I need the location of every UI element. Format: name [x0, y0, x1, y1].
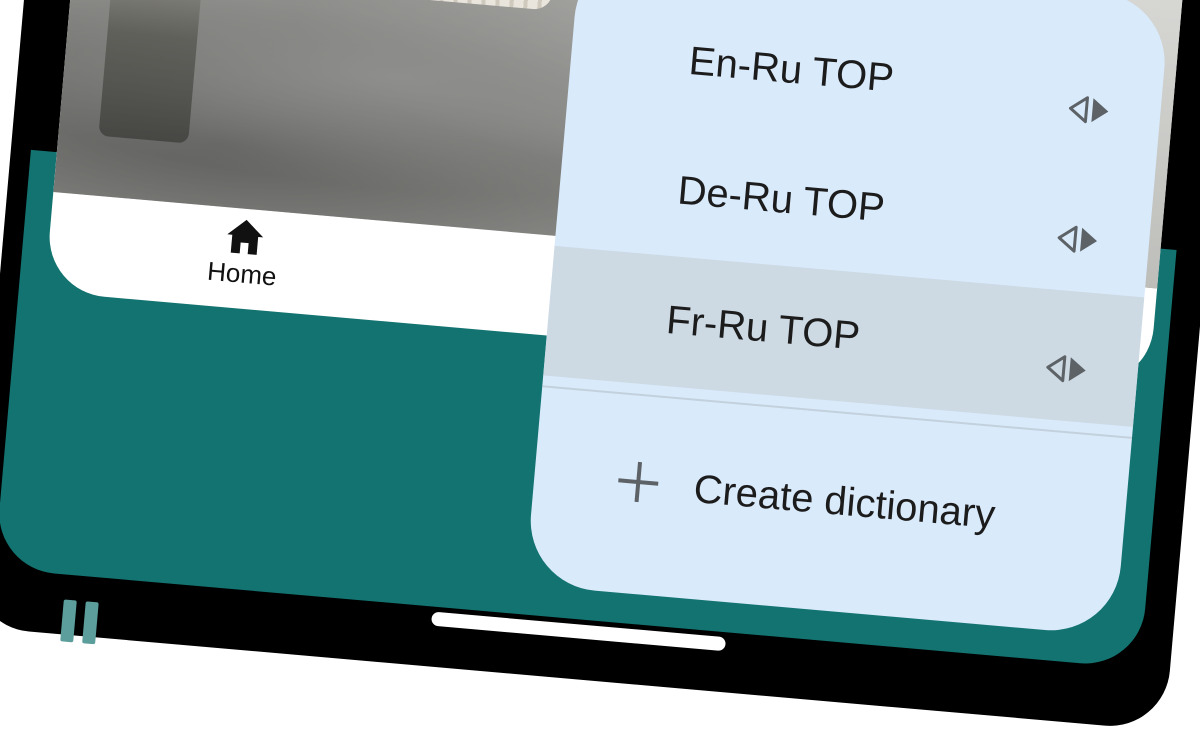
- plus-icon: [618, 461, 659, 503]
- phone-screen: Bien / bon / Home En-Ru TOP De-Ru TOP Fr…: [0, 0, 1200, 737]
- swap-direction-icon[interactable]: [1040, 351, 1093, 387]
- video-person-figure: [98, 0, 211, 144]
- pause-bar-left: [60, 599, 77, 643]
- dictionary-item-label: En-Ru TOP: [687, 38, 896, 101]
- tab-home[interactable]: Home: [185, 214, 302, 303]
- swap-direction-icon[interactable]: [1052, 221, 1105, 257]
- home-icon: [227, 219, 264, 255]
- current-phrase: Bien / bon /: [132, 657, 412, 737]
- create-dictionary-label: Create dictionary: [691, 466, 998, 538]
- screen: Bien / bon / Home En-Ru TOP De-Ru TOP Fr…: [0, 0, 1200, 737]
- tab-home-label: Home: [206, 255, 278, 292]
- dictionary-menu: En-Ru TOP De-Ru TOP Fr-Ru TOP Create dic…: [524, 0, 1171, 637]
- pause-bar-right: [82, 601, 99, 645]
- dictionary-item-label: De-Ru TOP: [675, 168, 887, 231]
- pause-icon[interactable]: [60, 599, 104, 645]
- create-dictionary-button[interactable]: Create dictionary: [529, 415, 1129, 586]
- swap-direction-icon[interactable]: [1063, 92, 1116, 128]
- dictionary-item-label: Fr-Ru TOP: [664, 297, 862, 359]
- video-paint-roller: [192, 0, 555, 11]
